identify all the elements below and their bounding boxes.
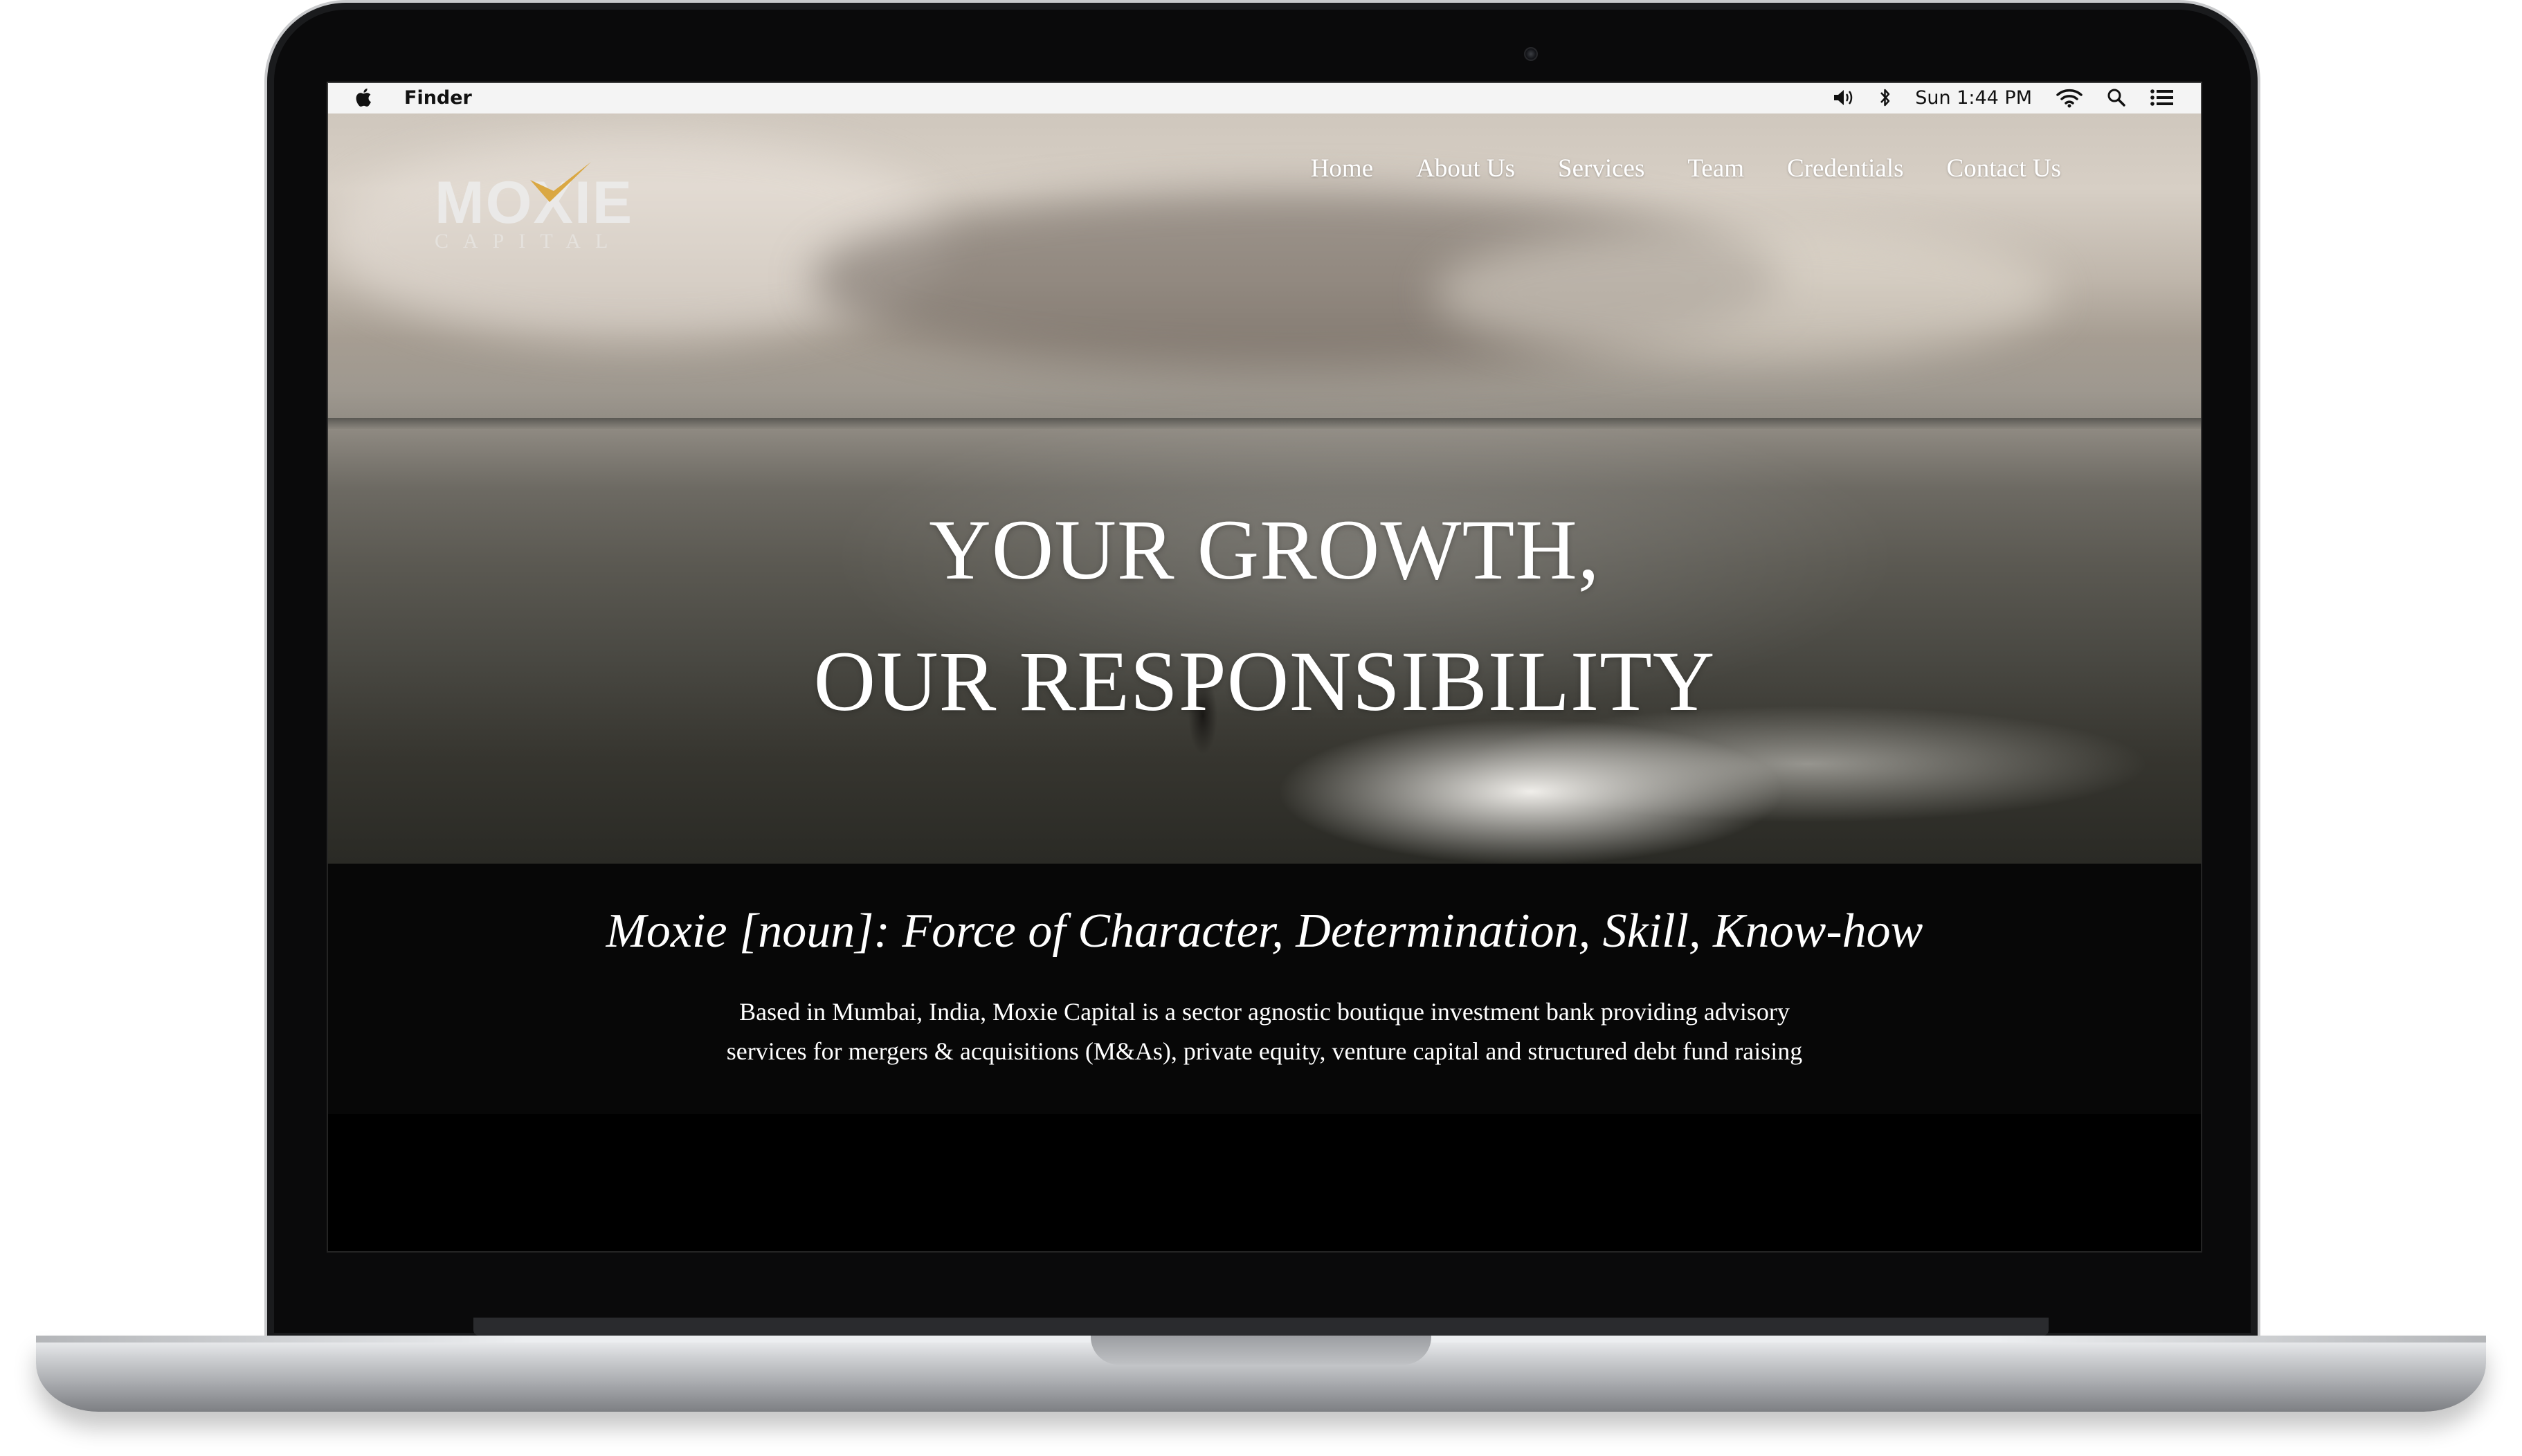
sky-cloud xyxy=(1434,224,2057,363)
hero-section: MOXIE CAPITAL Home About Us Services Tea… xyxy=(327,113,2202,864)
nav-about-us[interactable]: About Us xyxy=(1416,154,1515,183)
intro-section: Moxie [noun]: Force of Character, Determ… xyxy=(327,864,2202,1114)
company-description: Based in Mumbai, India, Moxie Capital is… xyxy=(726,998,1803,1065)
notification-list-icon[interactable] xyxy=(2150,89,2175,107)
camera xyxy=(1524,47,1538,61)
nav-home[interactable]: Home xyxy=(1311,154,1373,183)
nav-contact-us[interactable]: Contact Us xyxy=(1947,154,2061,183)
nav-team[interactable]: Team xyxy=(1687,154,1744,183)
horizon-line xyxy=(327,418,2202,429)
hero-headline-line-2: OUR RESPONSIBILITY xyxy=(813,634,1716,729)
nav-services[interactable]: Services xyxy=(1558,154,1644,183)
menu-bar: Finder Sun 1:44 PM xyxy=(327,82,2202,113)
hero-headline-line-1: YOUR GROWTH, xyxy=(929,502,1600,597)
laptop-opening-notch xyxy=(1091,1336,1431,1365)
screen: Finder Sun 1:44 PM MOXIE CAPITAL Home Ab… xyxy=(327,82,2202,1253)
menu-bar-status-area: Sun 1:44 PM xyxy=(1832,87,2175,109)
apple-icon[interactable] xyxy=(354,86,375,109)
tagline: Moxie [noun]: Force of Character, Determ… xyxy=(606,904,1923,958)
services-preview-section xyxy=(327,1114,2202,1253)
laptop-hinge xyxy=(473,1318,2049,1336)
main-navigation: Home About Us Services Team Credentials … xyxy=(1311,154,2061,183)
nav-credentials[interactable]: Credentials xyxy=(1787,154,1904,183)
clock[interactable]: Sun 1:44 PM xyxy=(1915,87,2032,109)
active-app-name[interactable]: Finder xyxy=(404,87,472,109)
logo-check-icon xyxy=(530,162,591,202)
logo-subtitle: CAPITAL xyxy=(435,230,623,253)
volume-icon[interactable] xyxy=(1832,88,1856,107)
site-logo[interactable]: MOXIE CAPITAL xyxy=(430,156,652,253)
bluetooth-icon[interactable] xyxy=(1879,87,1891,108)
spotlight-search-icon[interactable] xyxy=(2107,88,2126,107)
wifi-icon[interactable] xyxy=(2056,87,2083,108)
